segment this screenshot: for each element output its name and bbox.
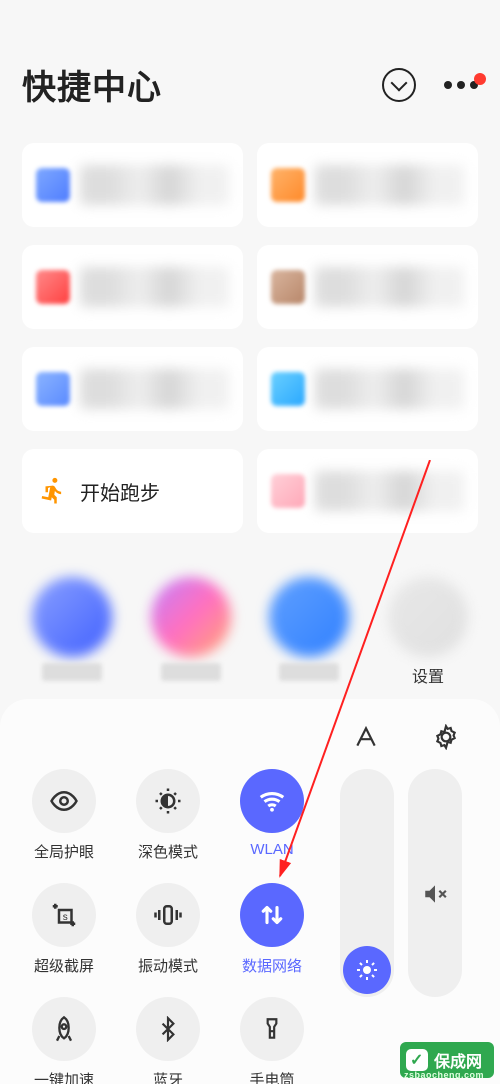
toggle-label: WLAN — [250, 841, 293, 858]
header: 快捷中心 — [0, 0, 500, 129]
shortcut-card[interactable] — [257, 245, 478, 329]
app-item[interactable] — [141, 577, 241, 681]
toggle-boost[interactable]: 一键加速 — [14, 997, 114, 1084]
shortcut-card[interactable] — [22, 245, 243, 329]
toggle-eye-care[interactable]: 全局护眼 — [14, 769, 114, 877]
sliders — [332, 769, 462, 997]
quick-toggle-grid: 全局护眼 深色模式 WLAN s 超级截屏 振动模式 数据网络 — [14, 769, 322, 1084]
toggle-label: 数据网络 — [242, 955, 302, 976]
wifi-icon — [240, 769, 304, 833]
data-arrows-icon — [240, 883, 304, 947]
shortcut-card[interactable] — [257, 347, 478, 431]
shortcut-card[interactable] — [22, 143, 243, 227]
more-icon[interactable] — [444, 81, 478, 89]
app-label: 设置 — [412, 663, 444, 681]
toggle-wlan[interactable]: WLAN — [222, 769, 322, 877]
svg-text:s: s — [63, 912, 68, 923]
shortcut-card[interactable] — [257, 449, 478, 533]
toggle-label: 蓝牙 — [153, 1069, 183, 1084]
toggle-vibrate[interactable]: 振动模式 — [118, 883, 218, 991]
toggle-label: 深色模式 — [138, 841, 198, 862]
app-icon — [388, 577, 468, 657]
header-actions — [382, 68, 478, 102]
watermark-text: 保成网 — [434, 1048, 482, 1072]
app-item[interactable] — [259, 577, 359, 681]
app-icon — [151, 577, 231, 657]
toggle-dark-mode[interactable]: 深色模式 — [118, 769, 218, 877]
app-icon — [32, 577, 112, 657]
toggle-mobile-data[interactable]: 数据网络 — [222, 883, 322, 991]
control-panel: 全局护眼 深色模式 WLAN s 超级截屏 振动模式 数据网络 — [0, 699, 500, 1084]
volume-slider[interactable] — [408, 769, 462, 997]
shortcut-card[interactable] — [257, 143, 478, 227]
shortcut-card-grid: 开始跑步 — [0, 129, 500, 547]
app-item[interactable] — [22, 577, 122, 681]
shortcut-card-run[interactable]: 开始跑步 — [22, 449, 243, 533]
app-strip: 设置 — [0, 557, 500, 681]
chevron-down-circle-icon[interactable] — [382, 68, 416, 102]
watermark: 保成网 zsbaocheng.com — [400, 1042, 494, 1078]
toggle-label: 全局护眼 — [34, 841, 94, 862]
run-label: 开始跑步 — [80, 477, 160, 506]
toggle-flashlight[interactable]: 手电筒 — [222, 997, 322, 1084]
brightness-icon — [343, 946, 391, 994]
panel-top-actions — [14, 717, 486, 769]
gear-icon[interactable] — [426, 717, 466, 757]
app-icon — [269, 577, 349, 657]
toggle-screenshot[interactable]: s 超级截屏 — [14, 883, 114, 991]
toggle-label: 振动模式 — [138, 955, 198, 976]
toggle-label: 一键加速 — [34, 1069, 94, 1084]
running-icon — [36, 474, 70, 508]
shortcut-card[interactable] — [22, 347, 243, 431]
toggle-label: 超级截屏 — [34, 955, 94, 976]
watermark-sub: zsbaocheng.com — [404, 1070, 484, 1080]
page-title: 快捷中心 — [22, 60, 162, 109]
mute-icon — [422, 881, 448, 907]
toggle-label: 手电筒 — [249, 1069, 294, 1084]
app-item-settings[interactable]: 设置 — [378, 577, 478, 681]
font-icon[interactable] — [346, 717, 386, 757]
brightness-slider[interactable] — [340, 769, 394, 997]
toggle-bluetooth[interactable]: 蓝牙 — [118, 997, 218, 1084]
